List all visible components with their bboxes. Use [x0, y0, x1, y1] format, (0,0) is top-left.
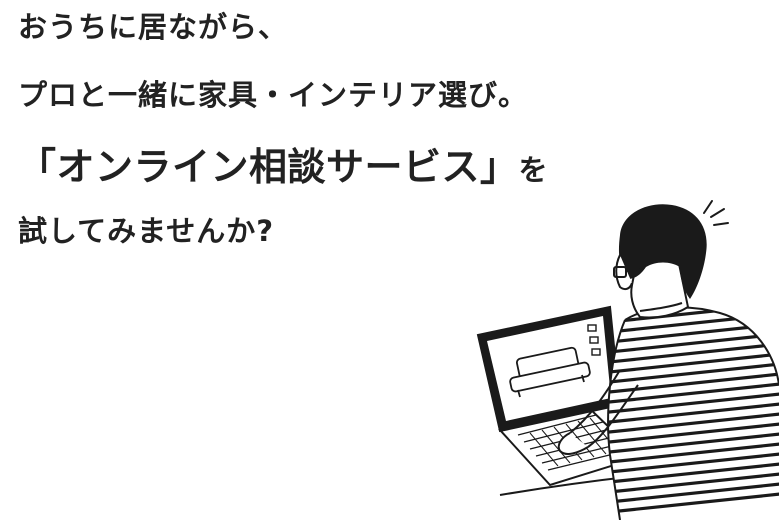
- headline-line-2: プロと一緒に家具・インテリア選び。: [18, 78, 529, 112]
- emphasis-lines: [703, 200, 729, 226]
- headline-line-1: おうちに居ながら、: [18, 10, 289, 44]
- person-head: [613, 204, 707, 319]
- headline-line-3: 「オンライン相談サービス」を: [18, 136, 548, 191]
- service-name: 「オンライン相談サービス」: [18, 145, 519, 189]
- headline-line-4: 試してみませんか?: [18, 214, 275, 248]
- laptop-screen: [476, 305, 622, 433]
- headline-line-3-tail: を: [518, 153, 549, 187]
- person-at-laptop-illustration: [476, 200, 779, 520]
